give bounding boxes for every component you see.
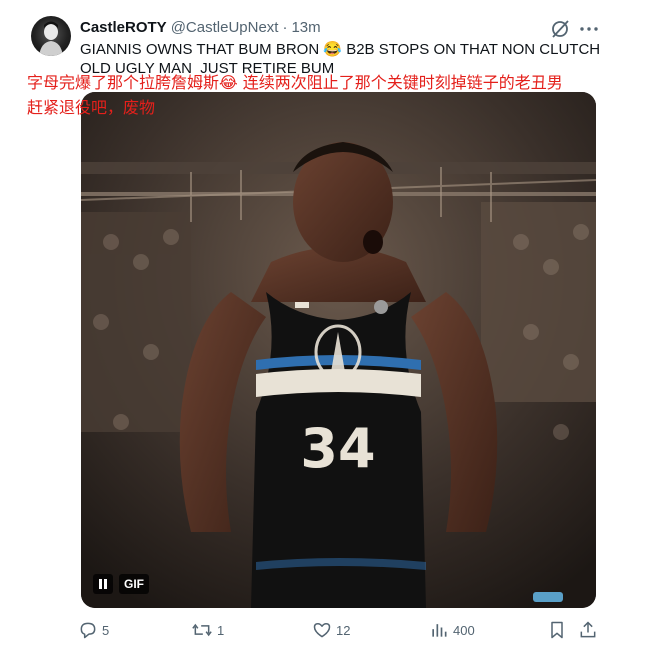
author-handle[interactable]: @CastleUpNext — [171, 19, 279, 36]
action-bar: 5 1 12 400 — [78, 620, 598, 642]
views-count: 400 — [453, 622, 475, 638]
tweet-header: CastleROTY @CastleUpNext · 13m — [80, 16, 321, 38]
like-button[interactable]: 12 — [312, 620, 350, 640]
reply-button[interactable]: 5 — [78, 620, 109, 640]
author-name[interactable]: CastleROTY — [80, 19, 167, 36]
gif-controls: GIF — [93, 574, 149, 594]
more-icon[interactable] — [578, 18, 600, 40]
player-image: 34 — [81, 92, 596, 608]
views-icon — [432, 624, 447, 637]
bookmark-icon — [551, 621, 563, 639]
grok-icon[interactable] — [549, 18, 571, 40]
translation-overlay: 字母完爆了那个拉胯詹姆斯😂 连续两次阻止了那个关键时刻掉链子的老丑男 赶紧退役吧… — [27, 73, 563, 117]
like-count: 12 — [336, 622, 351, 638]
pause-icon — [99, 579, 107, 589]
pause-button[interactable] — [93, 574, 113, 594]
reply-icon — [80, 622, 96, 639]
repost-icon — [192, 623, 212, 637]
separator-dot: · — [282, 18, 288, 36]
reply-count: 5 — [102, 622, 110, 638]
bookmark-button[interactable] — [547, 620, 571, 640]
share-button[interactable] — [578, 620, 602, 640]
share-icon — [580, 621, 596, 638]
timestamp[interactable]: 13m — [291, 19, 320, 36]
gif-badge: GIF — [119, 574, 149, 594]
repost-button[interactable]: 1 — [191, 620, 224, 640]
repost-count: 1 — [217, 622, 225, 638]
like-icon — [313, 623, 331, 638]
tweet: CastleROTY @CastleUpNext · 13m GIANNIS O… — [0, 0, 650, 651]
gif-media[interactable]: 34 GIF — [81, 92, 596, 608]
views-button[interactable]: 400 — [429, 620, 475, 640]
jersey-number: 34 — [300, 417, 375, 480]
avatar[interactable] — [31, 16, 71, 56]
